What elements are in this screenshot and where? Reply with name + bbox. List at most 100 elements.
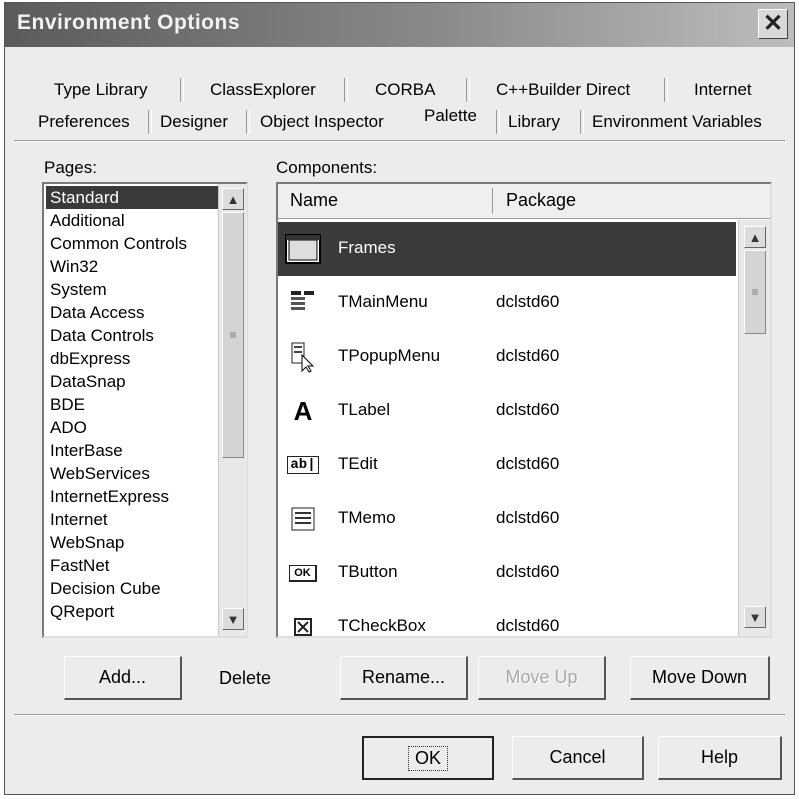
tab-internet[interactable]: Internet [690, 80, 756, 100]
pages-item[interactable]: System [50, 278, 107, 301]
window-title: Environment Options [17, 11, 241, 34]
tab-palette[interactable]: Palette [420, 106, 481, 126]
component-package: dclstd60 [496, 346, 560, 365]
tab-designer[interactable]: Designer [156, 112, 232, 132]
chevron-down-icon: ▼ [748, 609, 762, 625]
tab-library[interactable]: Library [504, 112, 564, 132]
components-scrollbar[interactable]: ▲ ≡ ▼ [738, 220, 770, 636]
move-down-button-label: Move Down [651, 667, 748, 687]
tab-separator [496, 110, 500, 134]
pages-item[interactable]: Additional [50, 209, 125, 232]
component-row[interactable]: TCheckBox dclstd60 [278, 600, 736, 636]
pages-item[interactable]: Data Access [50, 301, 145, 324]
chevron-up-icon: ▲ [226, 191, 240, 207]
pages-item[interactable]: BDE [50, 393, 85, 416]
scroll-up-button[interactable]: ▲ [744, 226, 766, 248]
header-separator [492, 188, 493, 214]
cancel-button[interactable]: Cancel [512, 736, 644, 780]
component-row[interactable]: ab| TEdit dclstd60 [278, 438, 736, 492]
tab-environment-variables[interactable]: Environment Variables [588, 112, 766, 132]
delete-button-label: Delete [218, 667, 272, 688]
pages-listbox[interactable]: Standard Additional Common Controls Win3… [42, 182, 248, 638]
component-name: TPopupMenu [338, 346, 441, 365]
pages-item[interactable]: dbExpress [50, 347, 130, 370]
pages-scrollbar[interactable]: ▲ ≡ ▼ [218, 184, 247, 636]
components-listview[interactable]: Name Package Frames TMainMenu dclstd60 T… [276, 182, 772, 638]
component-row[interactable]: TMainMenu dclstd60 [278, 276, 736, 330]
tab-corba[interactable]: CORBA [371, 80, 439, 100]
delete-button[interactable]: Delete [186, 656, 304, 700]
tab-object-inspector[interactable]: Object Inspector [256, 112, 388, 132]
rename-button[interactable]: Rename... [340, 656, 468, 700]
move-down-button[interactable]: Move Down [630, 656, 770, 700]
title-bar[interactable]: Environment Options ✕ [5, 3, 794, 47]
edit-icon: ab| [284, 446, 322, 484]
scroll-down-button[interactable]: ▼ [222, 608, 244, 630]
component-name: TMemo [338, 508, 396, 527]
button-icon: OK [284, 554, 322, 592]
chevron-down-icon: ▼ [226, 611, 240, 627]
tab-type-library[interactable]: Type Library [50, 80, 152, 100]
tab-preferences[interactable]: Preferences [34, 112, 134, 132]
component-row[interactable]: A TLabel dclstd60 [278, 384, 736, 438]
component-row[interactable]: TMemo dclstd60 [278, 492, 736, 546]
chevron-up-icon: ▲ [748, 229, 762, 245]
component-package: dclstd60 [496, 616, 560, 635]
tab-separator [344, 78, 348, 102]
pages-item[interactable]: Data Controls [50, 324, 154, 347]
tab-separator [180, 78, 184, 102]
help-button[interactable]: Help [658, 736, 782, 780]
scrollbar-thumb[interactable]: ≡ [744, 250, 766, 334]
scroll-down-button[interactable]: ▼ [744, 606, 766, 628]
button-glyph: OK [289, 564, 317, 582]
components-label: Components: [276, 158, 378, 177]
component-row[interactable]: OK TButton dclstd60 [278, 546, 736, 600]
label-icon: A [293, 395, 313, 426]
add-button[interactable]: Add... [64, 656, 182, 700]
component-package: dclstd60 [496, 454, 560, 473]
tab-panel-border [14, 140, 785, 142]
add-button-label: Add... [98, 667, 147, 687]
scroll-up-button[interactable]: ▲ [222, 188, 244, 210]
memo-icon [284, 500, 322, 538]
pages-item[interactable]: ADO [50, 416, 87, 439]
column-header-package[interactable]: Package [506, 190, 576, 211]
pages-item[interactable]: InternetExpress [50, 485, 169, 508]
pages-item[interactable]: Win32 [50, 255, 98, 278]
column-header-name[interactable]: Name [290, 190, 338, 211]
tab-cppbuilder-direct[interactable]: C++Builder Direct [492, 80, 634, 100]
pages-item[interactable]: Common Controls [50, 232, 187, 255]
component-package: dclstd60 [496, 508, 560, 527]
ok-button-label: OK [407, 745, 448, 771]
pages-item[interactable]: Decision Cube [50, 577, 161, 600]
component-package: dclstd60 [496, 292, 560, 311]
pages-item[interactable]: WebSnap [50, 531, 124, 554]
component-name: TMainMenu [338, 292, 428, 311]
tab-separator [246, 110, 250, 134]
bottom-divider [14, 714, 785, 716]
pages-item[interactable]: QReport [50, 600, 114, 623]
pages-item[interactable]: DataSnap [50, 370, 126, 393]
pages-item[interactable]: InterBase [50, 439, 123, 462]
edit-glyph: ab| [287, 456, 319, 474]
pages-item[interactable]: WebServices [50, 462, 150, 485]
pages-item[interactable]: FastNet [50, 554, 110, 577]
tab-separator [148, 110, 152, 134]
ok-button[interactable]: OK [362, 736, 494, 780]
move-up-button[interactable]: Move Up [478, 656, 606, 700]
scrollbar-thumb[interactable]: ≡ [222, 212, 244, 458]
pages-label: Pages: [44, 158, 97, 177]
pages-item[interactable]: Internet [50, 508, 108, 531]
close-icon: ✕ [762, 10, 784, 37]
component-row-frames[interactable]: Frames [278, 222, 736, 276]
component-name: Frames [338, 238, 396, 257]
move-up-button-label: Move Up [505, 667, 578, 687]
pages-item-standard[interactable]: Standard [46, 186, 220, 209]
help-button-label: Help [700, 747, 739, 767]
tab-classexplorer[interactable]: ClassExplorer [206, 80, 320, 100]
component-row[interactable]: TPopupMenu dclstd60 [278, 330, 736, 384]
components-header: Name Package [278, 184, 770, 219]
close-button[interactable]: ✕ [758, 9, 788, 39]
rename-button-label: Rename... [361, 667, 446, 687]
tab-separator [580, 110, 584, 134]
